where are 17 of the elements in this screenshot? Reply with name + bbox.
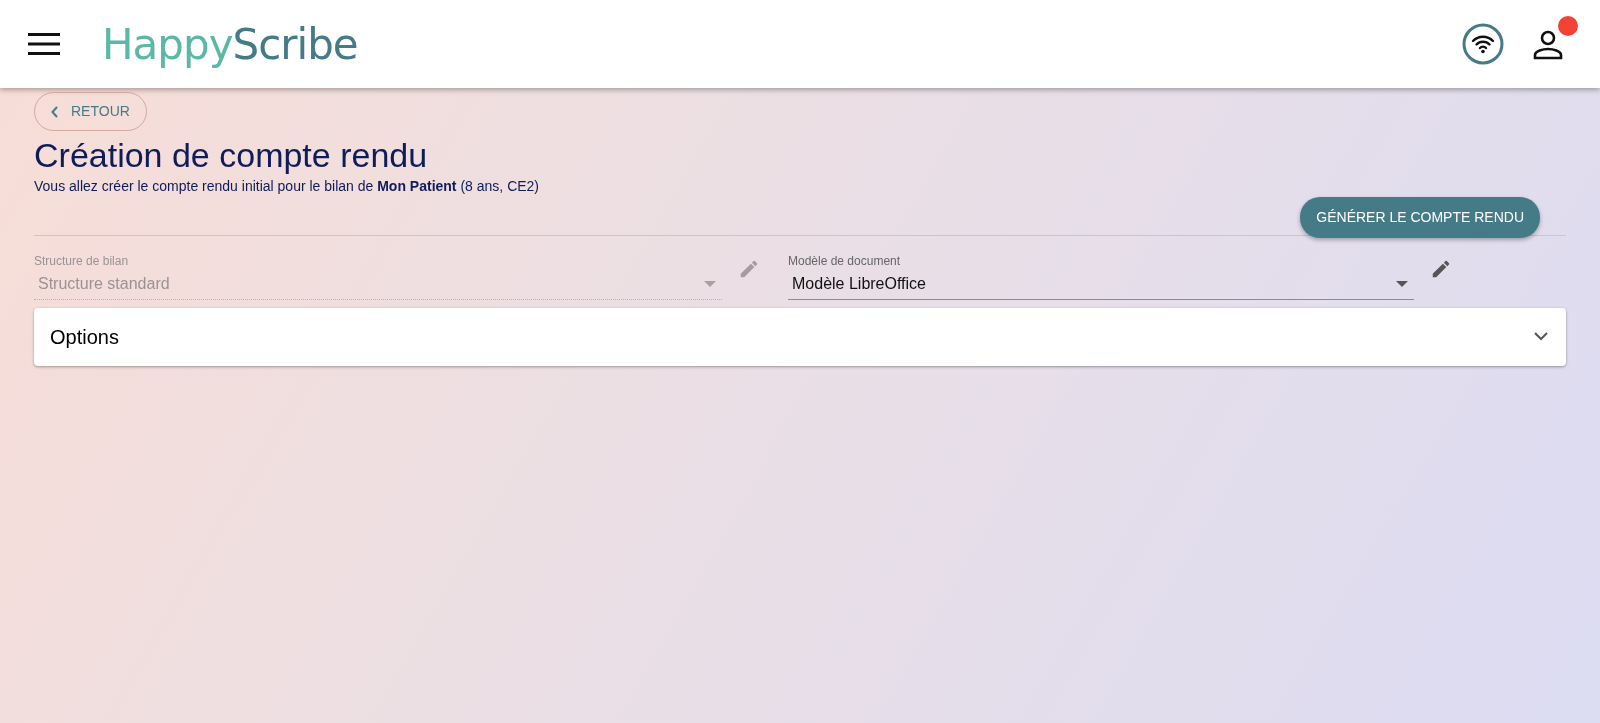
generate-button[interactable]: GÉNÉRER LE COMPTE RENDU [1300, 196, 1540, 238]
wifi-icon[interactable] [1462, 23, 1504, 65]
logo[interactable]: HappyScribe [102, 12, 358, 76]
user-icon[interactable] [1532, 30, 1564, 60]
dropdown-field[interactable]: Modèle LibreOffice [788, 269, 1414, 300]
caret-icon [1396, 281, 1408, 288]
options-panel[interactable]: Options [34, 307, 1566, 366]
chevron-icon[interactable] [1534, 332, 1548, 342]
field-label: Structure de bilan [34, 252, 130, 270]
subtitle: Vous allez créer le compte rendu initial pour le bilan de Mon Patient (8 ans, CE2) [34, 176, 541, 196]
field-label: Modèle de document [788, 252, 902, 270]
dropdown-field: Structure standard [34, 269, 722, 300]
chevron-left-icon [51, 105, 59, 118]
panel-title: Options [50, 324, 119, 350]
page-title: Création de compte rendu [34, 135, 429, 176]
caret-icon [704, 281, 716, 288]
menu-icon[interactable] [28, 33, 60, 55]
